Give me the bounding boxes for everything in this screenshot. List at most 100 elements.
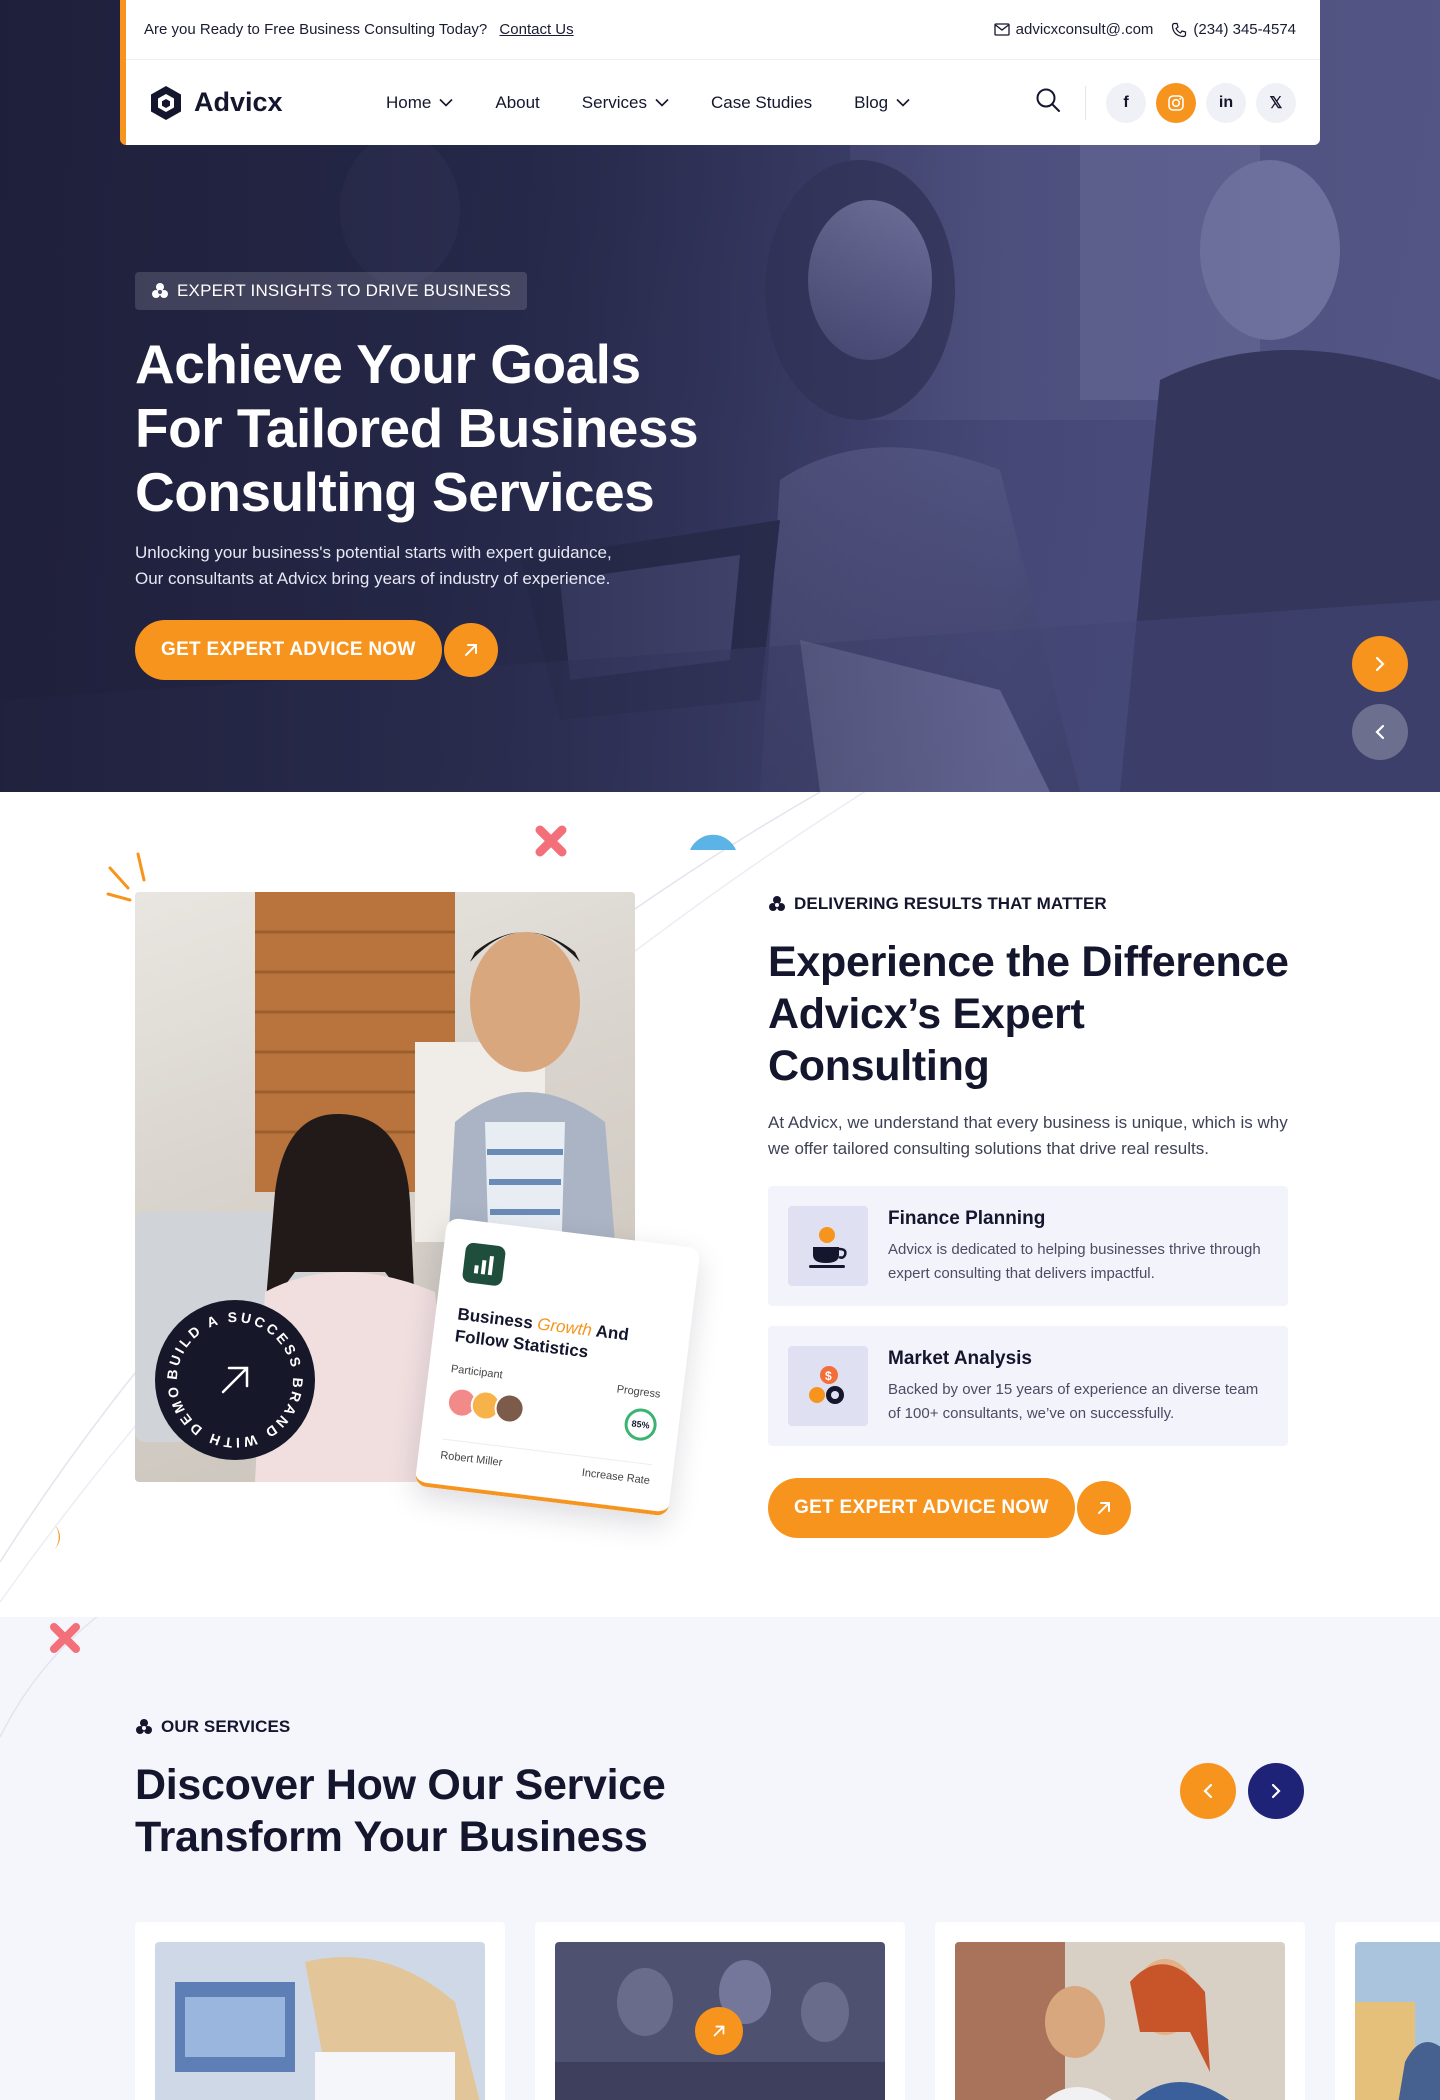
feature-text: Market Analysis Backed by over 15 years … (888, 1346, 1268, 1426)
nav-label: Case Studies (710, 92, 813, 112)
feature-card-market[interactable]: $ Market Analysis Backed by over 15 year… (768, 1326, 1288, 1446)
email-text: advicxconsult@.com (1015, 21, 1154, 38)
brand-cluster-icon (769, 896, 785, 911)
brand-logo[interactable]: Advicx (146, 83, 386, 123)
services-tag: OUR SERVICES (135, 1717, 290, 1737)
service-card[interactable] (1335, 1922, 1440, 2100)
brand-badge[interactable]: BUILD A SUCCESS BRAND WITH DEMOUI (155, 1300, 315, 1460)
hero-next-button[interactable] (1352, 636, 1408, 692)
arrow-up-right-icon[interactable] (443, 623, 498, 677)
about-content: DELIVERING RESULTS THAT MATTER Experienc… (768, 894, 1308, 1538)
contact-us-link[interactable]: Contact Us (499, 21, 573, 38)
about-cta-group: GET EXPERT ADVICE NOW (768, 1478, 1308, 1538)
get-expert-advice-button[interactable]: GET EXPERT ADVICE NOW (768, 1478, 1075, 1538)
hero-content: EXPERT INSIGHTS TO DRIVE BUSINESS Achiev… (135, 272, 735, 680)
brand-cluster-icon (152, 283, 168, 298)
feature-title: Market Analysis (888, 1348, 1032, 1369)
chevron-right-icon (1375, 656, 1385, 672)
promo-text: Are you Ready to Free Business Consultin… (144, 21, 488, 38)
site-header: Are you Ready to Free Business Consultin… (120, 0, 1320, 145)
navbar: Advicx Home About Services Case Studies … (126, 60, 1320, 145)
nav-item-home[interactable]: Home (386, 93, 453, 113)
person-name: Robert Miller (439, 1449, 503, 1469)
badge-text: BUILD A SUCCESS BRAND WITH DEMOUI (155, 1300, 303, 1451)
service-card-image (155, 1942, 485, 2100)
progress-ring: 85% (622, 1406, 659, 1443)
nav-label: Blog (854, 92, 889, 112)
chevron-down-icon (655, 98, 669, 107)
about-description: At Advicx, we understand that every busi… (768, 1113, 1288, 1158)
nav-item-about[interactable]: About (495, 93, 539, 113)
topbar: Are you Ready to Free Business Consultin… (126, 0, 1320, 60)
instagram-icon[interactable] (1156, 82, 1196, 123)
participant-label: Participant (450, 1363, 504, 1382)
chevron-right-icon (1271, 1783, 1281, 1799)
coins-gear-icon: $ (788, 1346, 868, 1426)
svg-text:$: $ (825, 1369, 832, 1383)
service-card-image (555, 1942, 885, 2100)
logo-mark-icon (151, 85, 181, 120)
hero-tag: EXPERT INSIGHTS TO DRIVE BUSINESS (135, 272, 528, 310)
coffee-cup-icon (788, 1206, 868, 1286)
mail-icon (993, 23, 1010, 36)
phone-icon (1172, 22, 1187, 37)
phone-item[interactable]: (234) 345-4574 (1171, 21, 1296, 38)
hero-cta-group: GET EXPERT ADVICE NOW (135, 620, 735, 680)
chevron-down-icon (439, 98, 453, 107)
about-tag-label: DELIVERING RESULTS THAT MATTER (794, 894, 1107, 913)
about-title-line: Advicx’s Expert Consulting (768, 990, 1085, 1090)
main-nav: Home About Services Case Studies Blog (386, 93, 910, 113)
chevron-down-icon (896, 98, 910, 107)
hero-prev-button[interactable] (1352, 704, 1408, 760)
nav-item-blog[interactable]: Blog (854, 93, 910, 113)
services-tag-label: OUR SERVICES (161, 1717, 291, 1736)
facebook-icon[interactable]: f (1106, 82, 1146, 123)
services-next-button[interactable] (1248, 1763, 1304, 1819)
search-icon[interactable] (1035, 87, 1061, 118)
x-twitter-icon[interactable]: 𝕏 (1256, 82, 1296, 123)
chevron-left-icon (1375, 724, 1385, 740)
get-expert-advice-button[interactable]: GET EXPERT ADVICE NOW (135, 620, 442, 680)
service-card[interactable] (935, 1922, 1305, 2100)
brand-cluster-icon (136, 1719, 152, 1734)
feature-desc: Advicx is dedicated to helping businesse… (888, 1241, 1261, 1282)
service-card[interactable] (135, 1922, 505, 2100)
feature-text: Finance Planning Advicx is dedicated to … (888, 1206, 1268, 1286)
feature-card-finance[interactable]: Finance Planning Advicx is dedicated to … (768, 1186, 1288, 1306)
hero-tag-label: EXPERT INSIGHTS TO DRIVE BUSINESS (177, 281, 512, 300)
services-title: Discover How Our Service Transform Your … (135, 1759, 735, 1863)
progress-value: 85% (631, 1418, 651, 1431)
nav-label: About (495, 92, 540, 112)
nav-label: Home (386, 92, 432, 112)
arrow-up-right-icon (221, 1366, 249, 1394)
nav-item-services[interactable]: Services (582, 93, 669, 113)
stats-footer: Robert Miller Increase Rate (439, 1438, 652, 1488)
bar-chart-icon (461, 1241, 507, 1287)
services-prev-button[interactable] (1180, 1763, 1236, 1819)
nav-label: Services (581, 92, 647, 112)
hero-desc-line: Our consultants at Advicx bring years of… (135, 569, 611, 588)
arrow-up-right-icon[interactable] (695, 2007, 743, 2055)
nav-tools: f in 𝕏 (1035, 82, 1296, 123)
phone-text: (234) 345-4574 (1193, 21, 1296, 38)
service-card[interactable] (535, 1922, 905, 2100)
brand-name: Advicx (194, 87, 283, 117)
arrow-up-right-icon[interactable] (1076, 1481, 1131, 1535)
linkedin-icon[interactable]: in (1206, 82, 1246, 123)
about-title: Experience the Difference Advicx’s Exper… (768, 936, 1308, 1092)
nav-item-case-studies[interactable]: Case Studies (711, 93, 812, 113)
avatar-group (445, 1385, 527, 1426)
topbar-promo: Are you Ready to Free Business Consultin… (144, 21, 574, 38)
nav-divider (1085, 85, 1086, 120)
topbar-contact: advicxconsult@.com (234) 345-4574 (993, 21, 1296, 38)
about-section: BUILD A SUCCESS BRAND WITH DEMOUI Busine… (0, 792, 1440, 1617)
increase-rate: Increase Rate (581, 1466, 651, 1488)
service-card-image (955, 1942, 1285, 2100)
hero-title-line: Consulting Services (135, 461, 655, 523)
hero-title-line: Achieve Your Goals (135, 333, 641, 395)
hero-title-line: For Tailored Business (135, 397, 699, 459)
services-section: OUR SERVICES Discover How Our Service Tr… (0, 1617, 1440, 2100)
feature-desc: Backed by over 15 years of experience an… (888, 1381, 1259, 1422)
email-item[interactable]: advicxconsult@.com (993, 21, 1154, 38)
services-title-line: Discover How Our Service (135, 1761, 666, 1809)
